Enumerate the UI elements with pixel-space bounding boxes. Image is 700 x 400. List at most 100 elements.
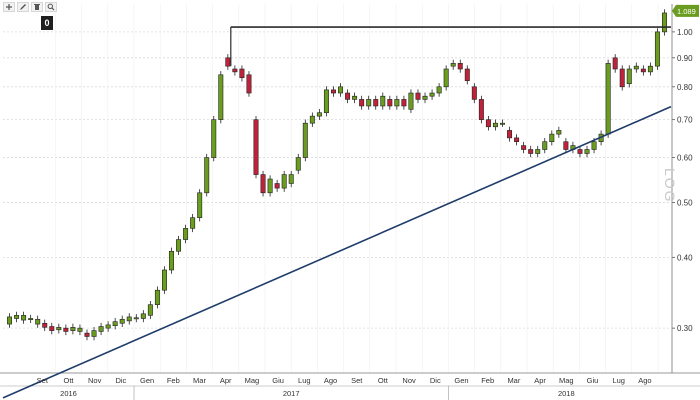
candle-body <box>14 315 20 319</box>
x-tick-label: Feb <box>481 376 494 385</box>
candle-body <box>345 92 351 100</box>
x-tick-label: Gen <box>454 376 468 385</box>
x-tick-label: Set <box>351 376 363 385</box>
candle-body <box>105 324 111 329</box>
candle-body <box>387 99 393 107</box>
x-tick-label: Mag <box>559 376 574 385</box>
annotation-count-badge: 0 <box>41 16 53 30</box>
candle-up <box>197 189 203 222</box>
candle-up <box>661 9 667 36</box>
candle-body <box>640 68 646 73</box>
candle-body <box>112 321 118 326</box>
x-tick-label: Gen <box>140 376 154 385</box>
trash-icon[interactable] <box>31 2 43 12</box>
candle-body <box>492 122 498 128</box>
candle-body <box>436 86 442 94</box>
candle-body <box>91 330 97 337</box>
last-price-tag: 1.089 <box>672 4 699 17</box>
candle-body <box>281 174 287 189</box>
candle-body <box>647 65 653 73</box>
candle-body <box>401 99 407 107</box>
x-tick-label: Ott <box>63 376 74 385</box>
pencil-icon[interactable] <box>17 2 29 12</box>
magnifier-icon[interactable] <box>45 2 57 12</box>
x-tick-label: Nov <box>88 376 102 385</box>
x-tick-label: Dic <box>430 376 441 385</box>
chart-panel: 0.30 0.40 0.50 0.60 0.70 0.80 0.90 1.00 Set Ott No… <box>0 0 700 400</box>
candle-body <box>323 89 329 114</box>
candle-body <box>7 316 13 325</box>
candle-body <box>126 316 132 322</box>
x-tick-label: Lug <box>298 376 311 385</box>
candle-body <box>535 149 541 154</box>
candle-body <box>140 313 146 319</box>
x-tick-label: Giu <box>272 376 284 385</box>
candle-body <box>253 119 259 175</box>
y-tick-label: 0.90 <box>677 54 693 63</box>
candle-body <box>309 115 315 124</box>
x-tick-label: Ott <box>378 376 389 385</box>
y-tick-label: 1.00 <box>677 28 693 37</box>
candle-body <box>21 315 27 321</box>
candle-body <box>288 174 294 184</box>
candle-down <box>246 71 252 97</box>
y-tick-label: 0.30 <box>677 324 693 333</box>
candle-down <box>478 95 484 124</box>
candlestick-chart: 0.30 0.40 0.50 0.60 0.70 0.80 0.90 1.00 Set Ott No… <box>0 0 700 400</box>
candle-body <box>591 141 597 150</box>
y-tick-label: 0.40 <box>677 253 693 262</box>
candle-body <box>147 304 153 316</box>
log-scale-watermark: LOG <box>662 168 678 204</box>
x-tick-label: Apr <box>220 376 232 385</box>
candle-body <box>211 119 217 158</box>
candle-body <box>612 57 618 70</box>
candle-body <box>77 327 83 332</box>
candle-body <box>521 145 527 150</box>
candle-down <box>619 65 625 91</box>
x-tick-label: Set <box>37 376 49 385</box>
candle-body <box>528 149 534 154</box>
candle-down <box>253 115 259 179</box>
candle-up <box>605 59 611 138</box>
candle-body <box>42 322 48 328</box>
candle-body <box>330 89 336 94</box>
x-tick-label: Giu <box>587 376 599 385</box>
candle-body <box>338 86 344 94</box>
candle-body <box>500 122 505 125</box>
candle-body <box>443 68 449 88</box>
candle-body <box>514 137 520 143</box>
candle-body <box>70 327 76 331</box>
candle-body <box>485 119 491 128</box>
candle-up <box>408 89 414 114</box>
y-tick-label: 0.70 <box>677 116 693 125</box>
candle-down <box>260 170 266 197</box>
candle-body <box>295 157 301 171</box>
candle-up <box>302 119 308 162</box>
x-tick-label: Dic <box>115 376 126 385</box>
candle-up <box>169 247 174 274</box>
candle-body <box>274 183 280 189</box>
candle-body <box>373 99 379 107</box>
candle-body <box>260 174 266 194</box>
x-tick-label: Ago <box>324 376 337 385</box>
candle-body <box>169 250 174 271</box>
candle-body <box>366 99 372 107</box>
candle-body <box>232 68 238 73</box>
plus-icon[interactable] <box>3 2 15 12</box>
candle-body <box>28 318 34 320</box>
y-tick-label: 0.60 <box>677 154 693 163</box>
year-label: 2016 <box>60 389 77 398</box>
candle-body <box>161 269 167 291</box>
candle-body <box>577 149 583 154</box>
year-label: 2018 <box>558 389 575 398</box>
x-tick-label: Feb <box>167 376 180 385</box>
candle-body <box>471 86 477 100</box>
candle-up <box>323 86 329 117</box>
candle-body <box>352 95 358 100</box>
candle-body <box>183 228 189 240</box>
candle-body <box>464 68 470 82</box>
candle-body <box>176 239 182 252</box>
candle-up <box>204 153 210 197</box>
x-tick-label: Nov <box>402 376 416 385</box>
x-tick-label: Lug <box>612 376 625 385</box>
